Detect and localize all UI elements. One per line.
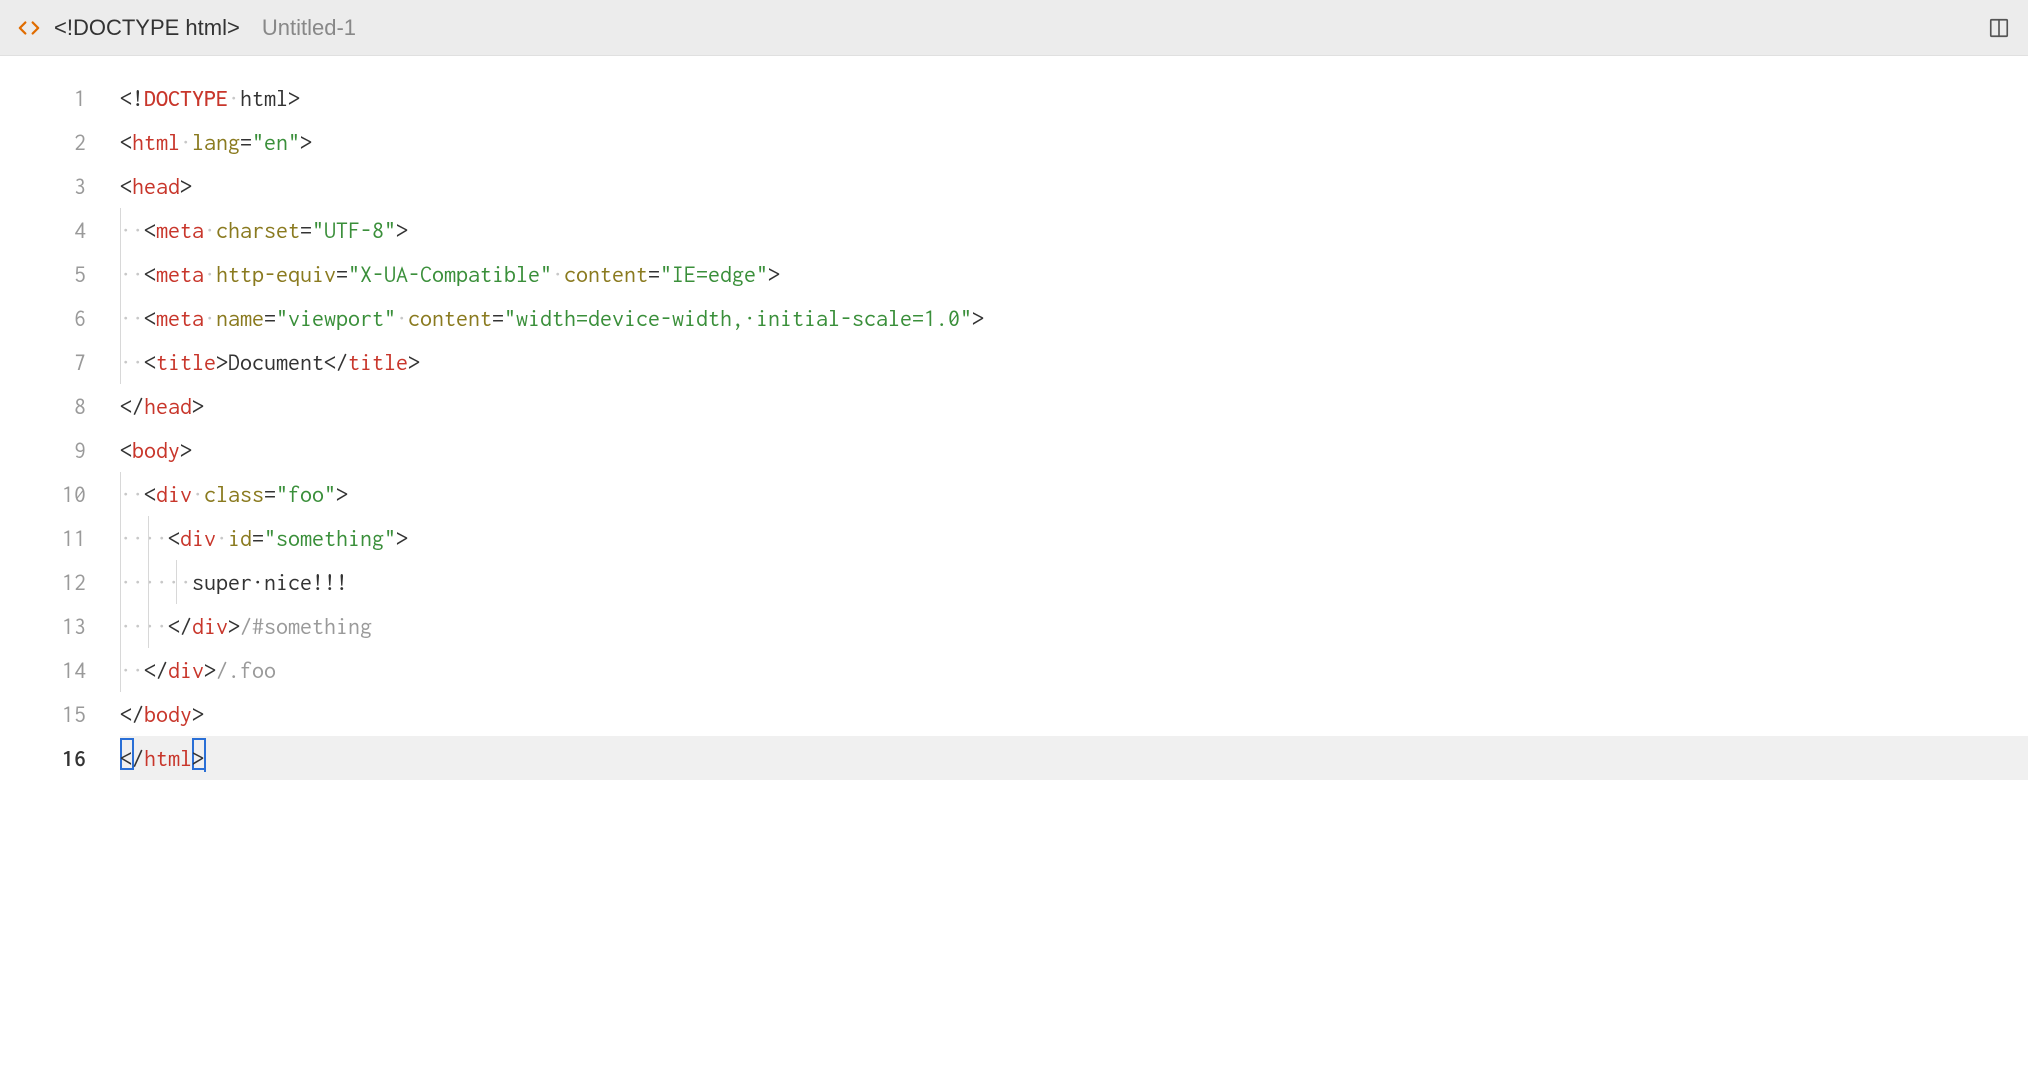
line-number: 1 [0,76,86,120]
code-line[interactable]: <!DOCTYPE·html> [120,76,2028,120]
line-number: 9 [0,428,86,472]
line-number-gutter: 1 2 3 4 5 6 7 8 9 10 11 12 13 14 15 16 [0,76,120,780]
line-number: 5 [0,252,86,296]
code-line[interactable]: ··<meta·name="viewport"·content="width=d… [120,296,2028,340]
text-cursor [204,738,206,772]
code-area[interactable]: <!DOCTYPE·html> <html·lang="en"> <head> … [120,76,2028,780]
code-line[interactable]: ··<meta·charset="UTF-8"> [120,208,2028,252]
code-line[interactable]: ··<title>Document</title> [120,340,2028,384]
line-number: 10 [0,472,86,516]
code-icon [18,17,40,39]
code-line[interactable]: <html·lang="en"> [120,120,2028,164]
editor-titlebar: <!DOCTYPE html> Untitled-1 [0,0,2028,56]
code-line[interactable]: ····</div>/#something [120,604,2028,648]
line-number: 15 [0,692,86,736]
tab-title[interactable]: <!DOCTYPE html> [54,15,240,41]
code-line[interactable]: ··</div>/.foo [120,648,2028,692]
code-line-active[interactable]: </html> [120,736,2028,780]
code-editor[interactable]: 1 2 3 4 5 6 7 8 9 10 11 12 13 14 15 16 <… [0,56,2028,780]
line-number: 14 [0,648,86,692]
code-line[interactable]: ····<div·id="something"> [120,516,2028,560]
line-number: 8 [0,384,86,428]
code-line[interactable]: ······super·nice!!! [120,560,2028,604]
code-line[interactable]: <head> [120,164,2028,208]
line-number: 4 [0,208,86,252]
line-number: 2 [0,120,86,164]
split-editor-icon[interactable] [1988,17,2010,39]
line-number: 16 [0,736,86,780]
code-line[interactable]: ··<meta·http-equiv="X-UA-Compatible"·con… [120,252,2028,296]
code-line[interactable]: </head> [120,384,2028,428]
code-line[interactable]: </body> [120,692,2028,736]
line-number: 6 [0,296,86,340]
code-line[interactable]: <body> [120,428,2028,472]
line-number: 13 [0,604,86,648]
line-number: 12 [0,560,86,604]
line-number: 7 [0,340,86,384]
line-number: 11 [0,516,86,560]
tab-filename[interactable]: Untitled-1 [262,15,356,41]
code-line[interactable]: ··<div·class="foo"> [120,472,2028,516]
line-number: 3 [0,164,86,208]
